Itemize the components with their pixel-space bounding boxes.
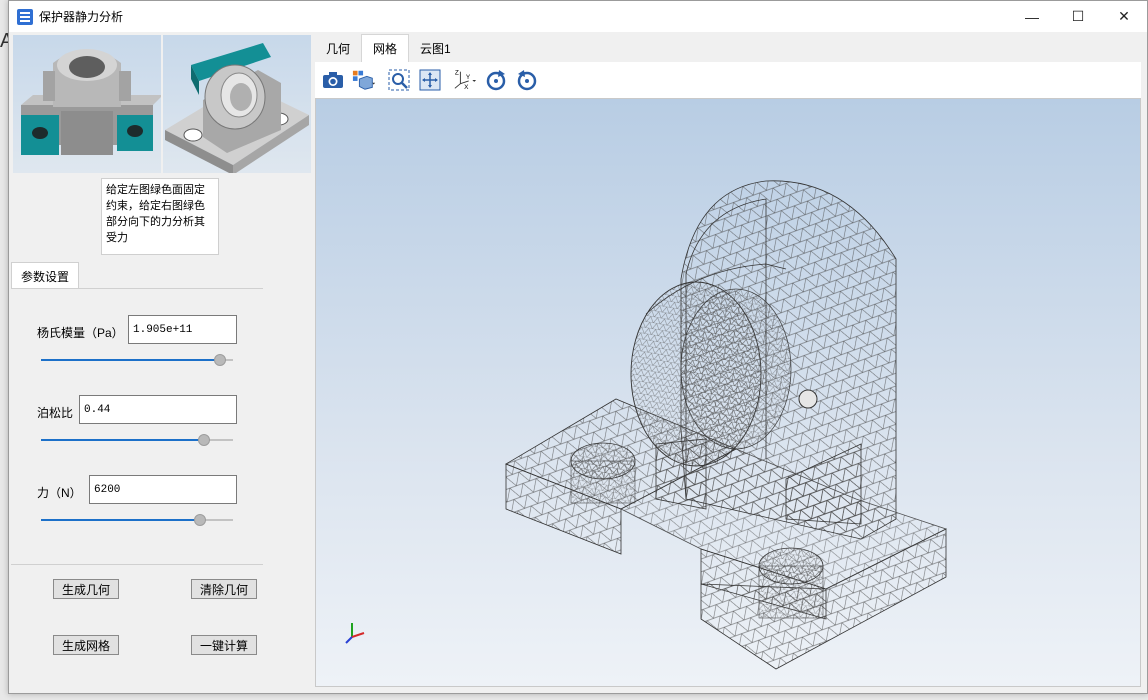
slider-handle[interactable]	[194, 514, 207, 526]
poisson-ratio-label: 泊松比	[37, 406, 74, 420]
instruction-text: 给定左图绿色面固定约束，给定右图绿色部分向下的力分析其受力	[101, 178, 219, 255]
youngs-modulus-slider[interactable]	[41, 354, 233, 366]
fixed-face-model-image	[21, 49, 161, 155]
mesh-model-view	[345, 180, 948, 670]
divider	[11, 564, 263, 565]
housing-mesh	[630, 180, 897, 540]
poisson-ratio-slider[interactable]	[41, 434, 233, 446]
generate-mesh-button[interactable]: 生成网格	[53, 635, 119, 655]
force-slider[interactable]	[41, 514, 233, 526]
view-cube-icon[interactable]	[352, 68, 376, 92]
left-panel: 给定左图绿色面固定约束，给定右图绿色部分向下的力分析其受力 参数设置 杨氏模量（…	[11, 33, 311, 693]
force-load-preview	[163, 35, 311, 173]
viewer-toolbar: ZYX	[315, 62, 1141, 98]
zoom-box-icon[interactable]	[387, 68, 411, 92]
axis-view-icon[interactable]: ZYX	[453, 68, 477, 92]
tab-geometry[interactable]: 几何	[315, 34, 361, 62]
fit-all-icon[interactable]	[418, 68, 442, 92]
mesh-viewport[interactable]	[315, 98, 1141, 687]
view-tabs: 几何 网格 云图1	[315, 34, 1141, 62]
force-label: 力（N）	[37, 486, 82, 500]
tab-params[interactable]: 参数设置	[11, 262, 79, 289]
poisson-ratio-input[interactable]: 0.44	[79, 395, 237, 424]
app-icon	[17, 8, 33, 25]
tab-mesh[interactable]: 网格	[361, 34, 410, 62]
params-panel: 杨氏模量（Pa） 1.905e+11 泊松比 0.44 力（N） 6200	[11, 288, 263, 564]
axis-triad-icon	[345, 623, 365, 644]
window-title: 保护器静力分析	[39, 10, 124, 24]
one-click-compute-button[interactable]: 一键计算	[191, 635, 257, 655]
generate-geometry-button[interactable]: 生成几何	[53, 579, 119, 599]
slider-handle[interactable]	[213, 354, 226, 366]
slider-handle[interactable]	[198, 434, 211, 446]
force-face-model-image	[165, 43, 309, 173]
svg-text:Z: Z	[455, 69, 459, 76]
close-button[interactable]: ✕	[1101, 1, 1147, 32]
minimize-button[interactable]: —	[1009, 1, 1055, 32]
svg-text:X: X	[464, 84, 469, 91]
clear-geometry-button[interactable]: 清除几何	[191, 579, 257, 599]
title-bar[interactable]: 保护器静力分析 — ☐ ✕	[9, 1, 1147, 32]
svg-text:Y: Y	[466, 74, 471, 81]
close-icon: ✕	[1118, 8, 1130, 24]
fixed-constraint-preview	[13, 35, 161, 173]
rotate-cw-icon[interactable]	[484, 68, 508, 92]
main-window: 保护器静力分析 — ☐ ✕ 给定左图绿色面固定约束，给定右图绿色部分向下的力分析…	[8, 0, 1148, 694]
tab-contour[interactable]: 云图1	[409, 34, 462, 62]
minimize-icon: —	[1025, 8, 1039, 25]
rotate-ccw-icon[interactable]	[515, 68, 539, 92]
force-input[interactable]: 6200	[89, 475, 237, 504]
youngs-modulus-input[interactable]: 1.905e+11	[128, 315, 237, 344]
maximize-icon: ☐	[1071, 8, 1085, 24]
window-controls: — ☐ ✕	[1009, 1, 1147, 32]
maximize-button[interactable]: ☐	[1055, 1, 1101, 32]
camera-icon[interactable]	[321, 68, 345, 92]
youngs-modulus-label: 杨氏模量（Pa）	[37, 326, 124, 340]
